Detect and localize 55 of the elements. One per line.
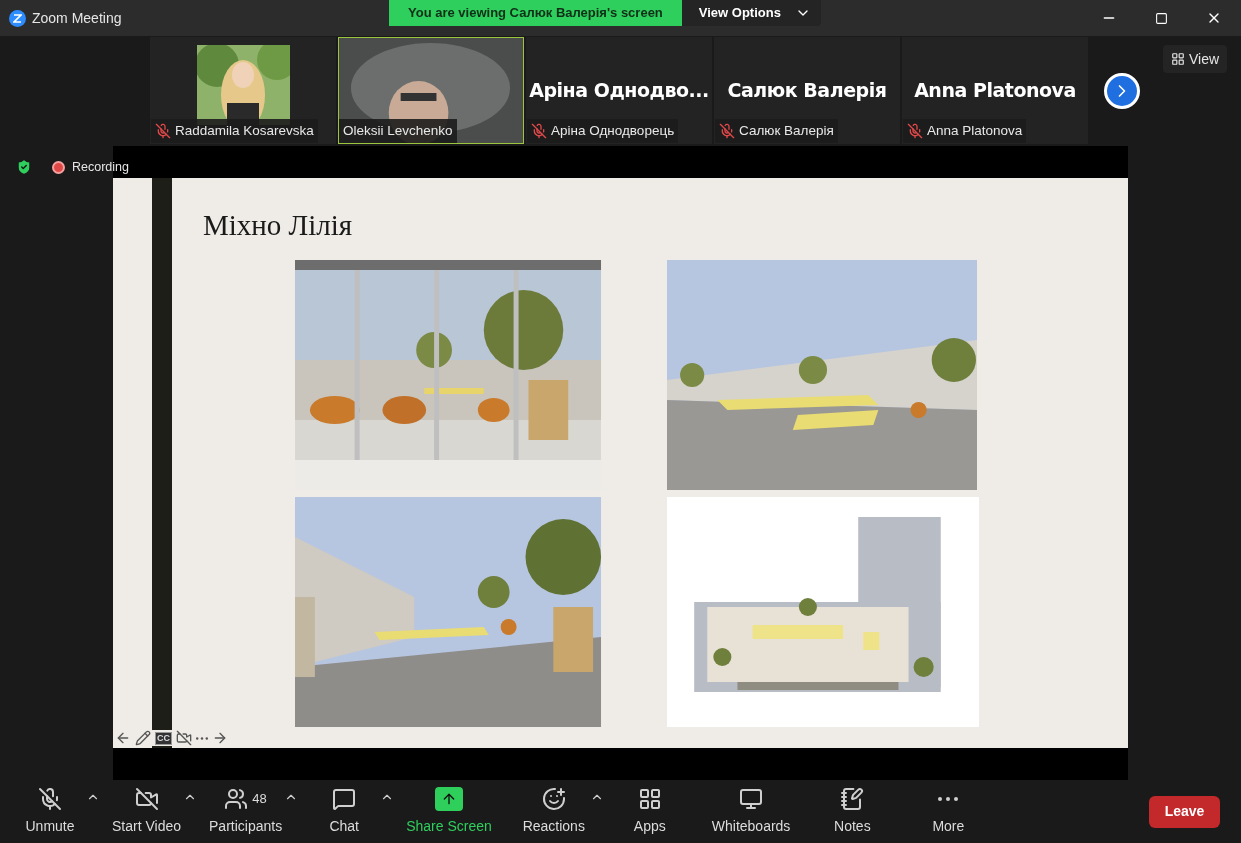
leave-button[interactable]: Leave — [1149, 795, 1220, 828]
chat-icon — [332, 787, 357, 811]
toolbar-button[interactable]: Chat — [300, 786, 389, 837]
next-page-button[interactable] — [1104, 73, 1140, 109]
participant-name: Anna Platonova — [914, 78, 1076, 103]
pen-icon[interactable] — [135, 730, 151, 746]
app-logo-icon — [9, 9, 26, 27]
participant-count: 48 — [252, 790, 267, 809]
toolbar-button[interactable]: Apps — [605, 786, 694, 837]
toolbar-button[interactable]: Start Video — [102, 786, 191, 837]
forward-arrow-icon[interactable] — [212, 730, 228, 746]
muted-mic-icon — [155, 123, 171, 139]
participant-tile[interactable]: Raddamila Kosarevska — [150, 37, 336, 144]
muted-mic-icon — [907, 123, 923, 139]
participant-name: Аріна Однодво... — [529, 78, 709, 103]
participant-name: Oleksii Levchenko — [343, 121, 453, 140]
recording-label: Recording — [72, 159, 129, 176]
view-options-button[interactable]: View Options — [681, 0, 821, 26]
toolbar-button[interactable]: Unmute — [6, 786, 94, 837]
notepad-icon — [840, 787, 865, 811]
participant-tile[interactable]: Аріна Однодво... Аріна Однодворець — [526, 37, 712, 144]
video-off-icon — [134, 787, 159, 811]
toolbar-button[interactable]: Reactions — [509, 786, 598, 837]
shield-check-icon — [15, 158, 33, 177]
participant-name: Аріна Однодворець — [551, 121, 675, 140]
smiley-plus-icon — [541, 787, 566, 811]
grid-icon — [1171, 52, 1185, 66]
back-arrow-icon[interactable] — [115, 730, 131, 746]
share-banner: You are viewing Салюк Валерія's screen — [389, 0, 682, 26]
participant-tile[interactable]: Салюк Валерія Салюк Валерія — [714, 37, 900, 144]
participant-tile[interactable]: Oleksii Levchenko — [338, 37, 524, 144]
participant-name: Салюк Валерія — [727, 78, 887, 103]
apps-icon — [637, 787, 662, 811]
participant-name: Anna Platonova — [927, 121, 1023, 140]
toolbar-button[interactable]: Notes — [808, 786, 897, 837]
toolbar-button[interactable]: Whiteboards — [701, 786, 801, 837]
muted-mic-icon — [719, 123, 735, 139]
participant-name: Raddamila Kosarevska — [175, 121, 314, 140]
participant-tile[interactable]: Anna Platonova Anna Platonova — [902, 37, 1088, 144]
toolbar-button[interactable]: Share Screen — [396, 786, 502, 837]
maximize-icon[interactable] — [1155, 11, 1168, 25]
captions-button[interactable]: CC — [155, 731, 172, 745]
view-button[interactable]: View — [1163, 45, 1228, 73]
more-icon[interactable] — [938, 797, 959, 801]
muted-mic-icon — [38, 787, 62, 811]
more-icon[interactable] — [196, 736, 208, 740]
people-icon — [224, 787, 249, 811]
window-title: Zoom Meeting — [32, 8, 122, 28]
participant-name: Салюк Валерія — [739, 121, 834, 140]
toolbar-button[interactable]: 48 Participants — [199, 786, 293, 837]
video-off-icon[interactable] — [176, 730, 192, 746]
toolbar-button[interactable]: More — [904, 786, 993, 837]
slide-title: Міхно Лілія — [203, 211, 354, 240]
whiteboard-icon — [739, 787, 764, 811]
muted-mic-icon — [531, 123, 547, 139]
